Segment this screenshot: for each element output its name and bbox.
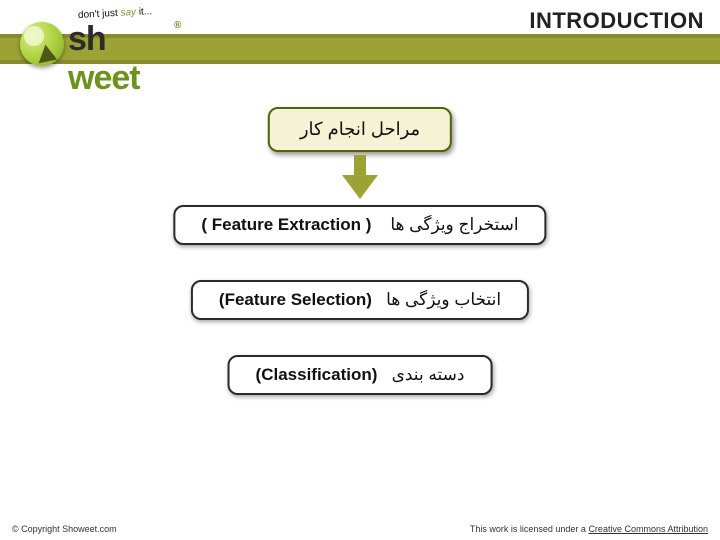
footer-license-pre: This work is licensed under a [470,524,589,534]
box-feature-extraction-en: ( Feature Extraction ) [201,215,371,234]
box-feature-extraction: ( Feature Extraction ) استخراج ویژگی ها [173,205,546,245]
page-title: INTRODUCTION [529,8,704,34]
box-feature-selection-en: (Feature Selection) [219,290,372,309]
down-arrow-icon [342,155,378,199]
showeet-logo: don't just say it... shweet ® [10,10,180,70]
footer-copyright: © Copyright Showeet.com [12,524,117,534]
registered-icon: ® [174,20,181,31]
logo-pointer-icon [20,22,64,66]
box-feature-selection: (Feature Selection) انتخاب ویژگی ها [191,280,529,320]
box-classification-en: (Classification) [256,365,378,384]
content-stage: مراحل انجام کار ( Feature Extraction ) ا… [0,85,720,510]
footer: © Copyright Showeet.com This work is lic… [0,518,720,540]
box-classification: (Classification) دسته بندی [228,355,493,395]
footer-license-link[interactable]: Creative Commons Attribution [588,524,708,534]
footer-license: This work is licensed under a Creative C… [470,524,708,534]
logo-tagline: don't just say it... [78,6,153,21]
header: INTRODUCTION don't just say it... shweet… [0,0,720,70]
box-stages-label: مراحل انجام کار [300,119,420,139]
box-feature-extraction-fa: استخراج ویژگی ها [390,215,518,234]
box-classification-fa: دسته بندی [392,365,465,384]
box-stages: مراحل انجام کار [268,107,452,152]
box-feature-selection-fa: انتخاب ویژگی ها [386,290,501,309]
